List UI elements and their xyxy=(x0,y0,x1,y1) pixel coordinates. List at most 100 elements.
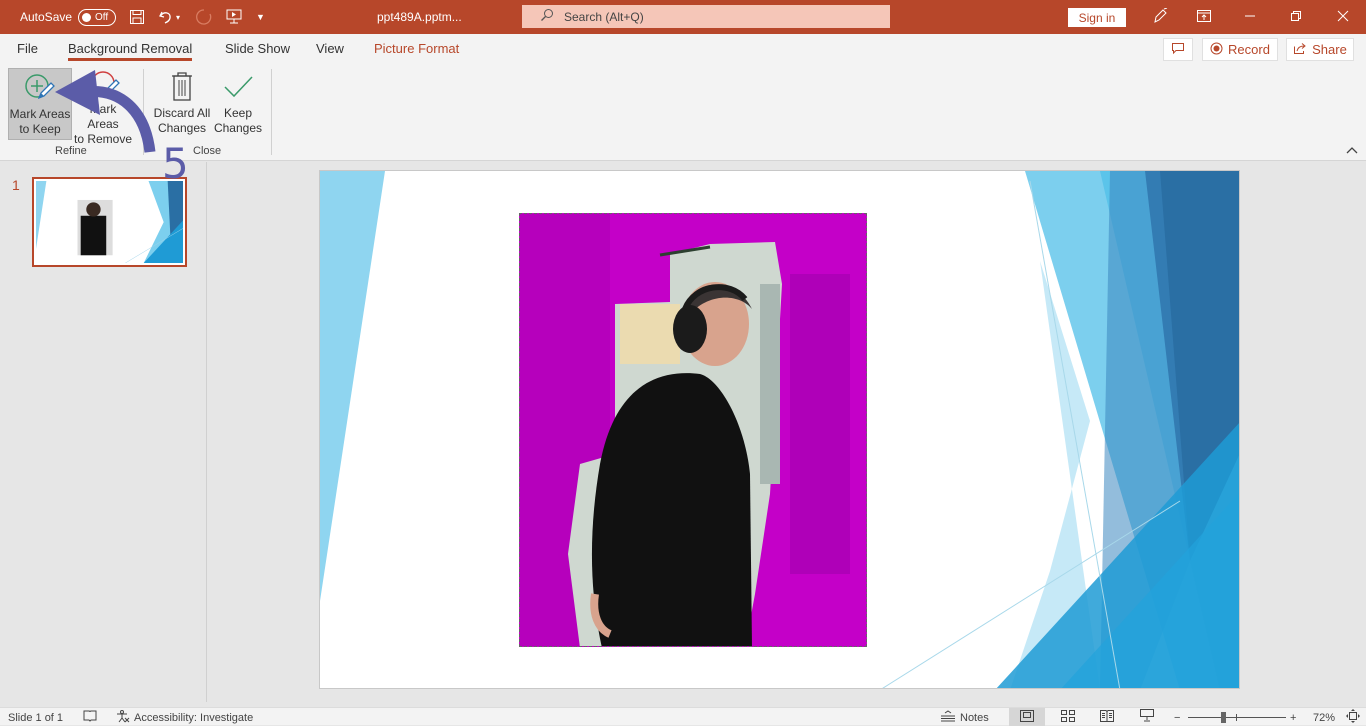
share-icon xyxy=(1293,42,1307,58)
restore-button[interactable] xyxy=(1273,0,1319,34)
notes-icon xyxy=(940,710,956,725)
customize-qat-icon: ▼ xyxy=(256,12,265,22)
slides-pane: 1 xyxy=(0,162,207,702)
slide-number: 1 xyxy=(12,177,20,193)
minus-icon: − xyxy=(1174,711,1181,724)
comments-button[interactable] xyxy=(1163,38,1193,61)
fit-to-window-button[interactable] xyxy=(1346,709,1360,726)
record-icon xyxy=(1210,42,1223,58)
redo-icon xyxy=(194,7,214,27)
discard-label-2: Changes xyxy=(157,121,207,135)
notes-button[interactable]: Notes xyxy=(940,710,989,725)
undo-button[interactable] xyxy=(156,0,176,34)
headphones-icon xyxy=(673,305,707,353)
discard-all-changes-button[interactable]: Discard All Changes xyxy=(152,68,212,140)
ribbon-tabs: File Background Removal Slide Show View … xyxy=(0,34,1366,64)
document-title: ppt489A.pptm... xyxy=(377,10,462,24)
search-box[interactable]: Search (Alt+Q) xyxy=(522,5,890,28)
pen-button[interactable] xyxy=(1137,0,1183,34)
undo-dropdown[interactable]: ▾ xyxy=(176,0,180,34)
book-check-icon xyxy=(83,710,97,725)
mark-remove-icon xyxy=(86,68,120,102)
ribbon-display-options-button[interactable] xyxy=(1181,0,1227,34)
record-button[interactable]: Record xyxy=(1202,38,1278,61)
slide-sorter-view-button[interactable] xyxy=(1050,708,1086,726)
close-icon xyxy=(1337,10,1349,25)
redo-button[interactable] xyxy=(194,0,214,34)
accessibility-icon xyxy=(116,709,130,726)
autosave-label: AutoSave xyxy=(20,10,73,24)
share-label: Share xyxy=(1312,42,1347,57)
record-label: Record xyxy=(1228,42,1270,57)
zoom-in-button[interactable]: + xyxy=(1290,710,1296,725)
customize-qat-button[interactable]: ▼ xyxy=(256,0,265,34)
collapse-ribbon-button[interactable] xyxy=(1346,146,1358,157)
reading-view-button[interactable] xyxy=(1089,708,1125,726)
accessibility-label: Accessibility: Investigate xyxy=(134,711,254,724)
mark-remove-label-1: Mark Areas xyxy=(87,102,119,131)
toggle-knob xyxy=(82,12,91,22)
comment-icon xyxy=(1171,42,1185,58)
save-button[interactable] xyxy=(127,0,147,34)
group-separator xyxy=(271,69,272,155)
close-button[interactable] xyxy=(1320,0,1366,34)
slide-canvas[interactable] xyxy=(319,170,1240,689)
accessibility-button[interactable]: Accessibility: Investigate xyxy=(116,709,254,726)
present-from-beginning-icon xyxy=(224,7,244,27)
zoom-slider-track[interactable] xyxy=(1188,717,1286,718)
keep-label-1: Keep xyxy=(223,106,253,120)
mark-areas-to-keep-button[interactable]: Mark Areas to Keep xyxy=(8,68,72,140)
picture-background-removal[interactable] xyxy=(519,213,867,647)
present-button[interactable] xyxy=(224,0,244,34)
picture-content xyxy=(520,214,866,646)
fit-slide-icon xyxy=(1346,709,1360,726)
mark-keep-label-2: to Keep xyxy=(19,122,61,136)
autosave-toggle[interactable]: Off xyxy=(78,0,116,34)
chevron-up-icon xyxy=(1346,146,1358,157)
notes-label: Notes xyxy=(960,711,989,724)
status-bar: Slide 1 of 1 Accessibility: Investigate … xyxy=(0,707,1366,726)
undo-icon xyxy=(156,7,176,27)
minimize-button[interactable] xyxy=(1227,0,1273,34)
minimize-icon xyxy=(1244,10,1256,25)
zoom-level[interactable]: 72% xyxy=(1313,710,1335,725)
keep-changes-button[interactable]: Keep Changes xyxy=(212,68,264,140)
plus-icon: + xyxy=(1290,711,1297,724)
tab-slide-show[interactable]: Slide Show xyxy=(225,41,290,56)
normal-view-icon xyxy=(1020,709,1034,725)
tab-file[interactable]: File xyxy=(17,41,38,56)
spelling-button[interactable] xyxy=(83,710,97,725)
zoom-slider-thumb[interactable] xyxy=(1221,712,1227,723)
reading-view-icon xyxy=(1100,709,1114,725)
slide-sorter-icon xyxy=(1061,709,1075,725)
save-icon xyxy=(127,7,147,27)
pen-icon xyxy=(1152,7,1168,27)
mark-areas-to-remove-button[interactable]: Mark Areas to Remove xyxy=(73,68,133,146)
sign-in-button[interactable]: Sign in xyxy=(1068,8,1126,27)
slideshow-view-button[interactable] xyxy=(1129,708,1165,726)
tab-view[interactable]: View xyxy=(316,41,344,56)
slide-thumbnail[interactable] xyxy=(32,177,187,267)
zoom-out-button[interactable]: − xyxy=(1174,710,1180,725)
thumbnail-graphic xyxy=(36,181,183,263)
search-placeholder: Search (Alt+Q) xyxy=(564,9,644,24)
discard-label-1: Discard All xyxy=(153,106,211,120)
zoom-slider-center-tick xyxy=(1236,714,1237,721)
mark-keep-icon xyxy=(23,69,57,107)
mark-keep-label-1: Mark Areas xyxy=(9,107,71,121)
trash-icon xyxy=(169,68,195,106)
tab-picture-format[interactable]: Picture Format xyxy=(374,41,459,56)
search-icon xyxy=(540,8,554,25)
chevron-down-icon: ▾ xyxy=(176,12,181,22)
tab-background-removal[interactable]: Background Removal xyxy=(68,41,193,61)
keep-label-2: Changes xyxy=(213,121,263,135)
share-button[interactable]: Share xyxy=(1286,38,1354,61)
ribbon-display-icon xyxy=(1197,9,1211,25)
normal-view-button[interactable] xyxy=(1009,708,1045,726)
checkmark-icon xyxy=(222,68,254,106)
restore-icon xyxy=(1290,10,1302,25)
slideshow-icon xyxy=(1140,709,1154,725)
slide-info: Slide 1 of 1 xyxy=(8,711,64,724)
group-label-close: Close xyxy=(193,145,222,157)
title-bar: AutoSave Off ▾ ▼ ppt489A.pptm... Search … xyxy=(0,0,1366,34)
